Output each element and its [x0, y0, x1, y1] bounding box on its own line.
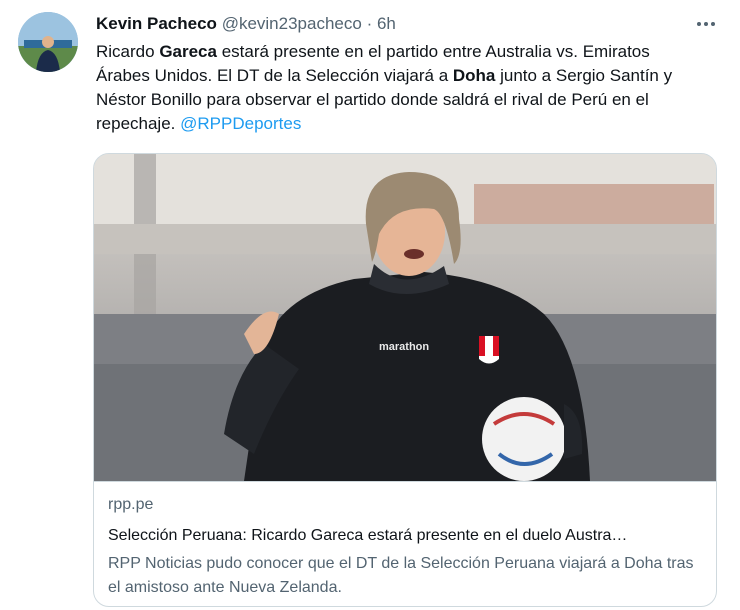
card-domain: rpp.pe — [108, 496, 154, 513]
tweet-header: Kevin Pacheco @kevin23pacheco · 6h — [96, 14, 396, 34]
tweet-text-part: Ricardo — [96, 42, 160, 61]
card-title[interactable]: Selección Peruana: Ricardo Gareca estará… — [108, 527, 704, 545]
card-description: RPP Noticias pudo conocer que el DT de l… — [108, 555, 694, 596]
coach-photo: marathon — [94, 154, 716, 481]
avatar-image — [18, 12, 78, 72]
tweet-timestamp[interactable]: 6h — [377, 14, 396, 33]
author-name[interactable]: Kevin Pacheco — [96, 14, 217, 33]
link-preview-card[interactable]: marathon rpp.pe Selección Peruana: Ricar… — [93, 153, 717, 607]
mention-link[interactable]: @RPPDeportes — [180, 114, 301, 133]
more-options-button[interactable] — [692, 12, 720, 36]
author-avatar[interactable] — [18, 12, 78, 72]
jacket-brand-text: marathon — [379, 341, 429, 353]
card-meta: rpp.pe Selección Peruana: Ricardo Gareca… — [94, 481, 716, 596]
card-image[interactable]: marathon — [94, 154, 716, 481]
more-horizontal-icon — [697, 22, 715, 26]
separator-dot: · — [366, 14, 373, 33]
author-handle[interactable]: @kevin23pacheco — [222, 14, 362, 33]
tweet-text: Ricardo Gareca estará presente en el par… — [96, 40, 706, 136]
tweet-text-bold: Doha — [452, 66, 496, 85]
tweet-text-bold: Gareca — [159, 42, 217, 61]
